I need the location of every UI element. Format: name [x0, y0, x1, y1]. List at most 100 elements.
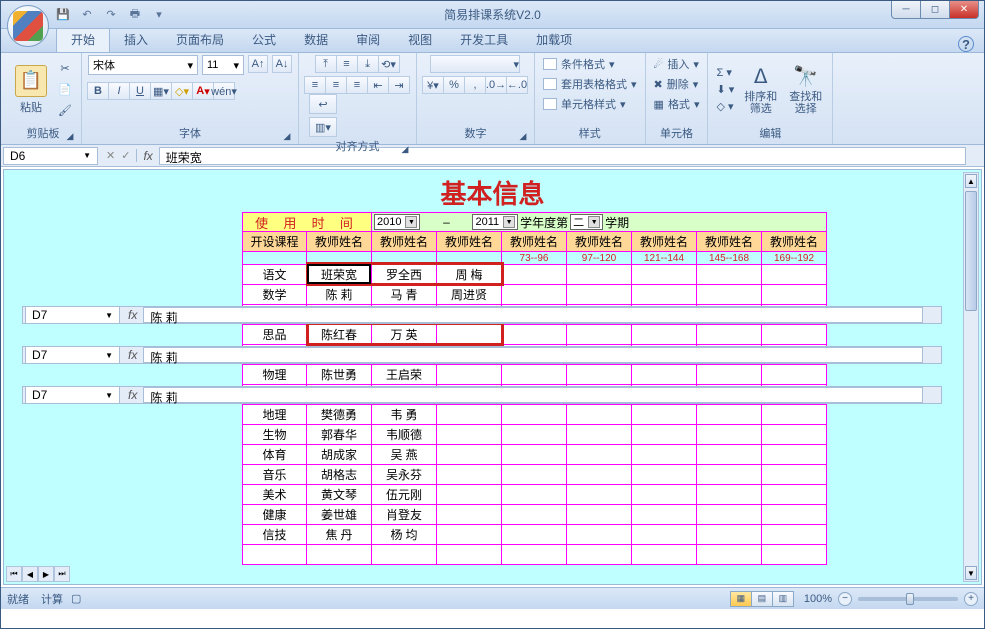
font-name-combo[interactable]: 宋体▾ — [88, 55, 198, 75]
accept-icon[interactable]: ✓ — [121, 149, 130, 162]
data-cell[interactable] — [632, 285, 697, 305]
cancel-icon[interactable]: ✕ — [106, 149, 115, 162]
data-cell[interactable] — [697, 545, 762, 565]
data-cell[interactable] — [697, 325, 762, 345]
data-cell[interactable]: 胡格志 — [307, 465, 372, 485]
data-cell[interactable]: 万 英 — [372, 325, 437, 345]
data-cell[interactable]: 罗全西 — [372, 265, 437, 285]
data-cell[interactable] — [632, 465, 697, 485]
vertical-scrollbar[interactable]: ▲ ▼ — [963, 172, 979, 582]
scroll-down-icon[interactable]: ▼ — [965, 566, 977, 580]
inc-decimal-icon[interactable]: .0→ — [485, 76, 507, 94]
tab-加载项[interactable]: 加载项 — [522, 27, 586, 52]
data-cell[interactable] — [567, 545, 632, 565]
data-cell[interactable] — [502, 545, 567, 565]
data-cell[interactable]: 樊德勇 — [307, 405, 372, 425]
data-cell[interactable] — [632, 425, 697, 445]
name-box[interactable]: D6▼ — [3, 147, 98, 165]
dec-decimal-icon[interactable]: ←.0 — [506, 76, 528, 94]
data-cell[interactable] — [567, 485, 632, 505]
data-cell[interactable] — [502, 265, 567, 285]
data-cell[interactable] — [762, 265, 827, 285]
data-cell[interactable] — [762, 425, 827, 445]
data-cell[interactable] — [437, 445, 502, 465]
view-layout-icon[interactable]: ▤ — [751, 591, 773, 607]
data-cell[interactable] — [502, 505, 567, 525]
formula-input[interactable]: 陈 莉 — [143, 347, 923, 363]
cell-styles-button[interactable]: 单元格样式 ▾ — [541, 95, 628, 113]
tab-公式[interactable]: 公式 — [238, 27, 290, 52]
data-cell[interactable] — [632, 525, 697, 545]
data-cell[interactable] — [437, 405, 502, 425]
macro-record-icon[interactable]: ▢ — [71, 592, 81, 605]
data-cell[interactable] — [632, 545, 697, 565]
data-cell[interactable]: 肖登友 — [372, 505, 437, 525]
data-cell[interactable]: 音乐 — [242, 465, 307, 485]
data-cell[interactable]: 胡成家 — [307, 445, 372, 465]
data-cell[interactable] — [567, 445, 632, 465]
border-icon[interactable]: ▦▾ — [150, 82, 172, 100]
name-box[interactable]: D7▼ — [25, 306, 120, 324]
data-cell[interactable] — [437, 545, 502, 565]
phonetic-icon[interactable]: wén▾ — [213, 82, 235, 100]
name-box[interactable]: D7▼ — [25, 346, 120, 364]
name-box[interactable]: D7▼ — [25, 386, 120, 404]
tab-开发工具[interactable]: 开发工具 — [446, 27, 522, 52]
data-cell[interactable]: 思品 — [242, 325, 307, 345]
shrink-font-icon[interactable]: A↓ — [272, 55, 292, 73]
data-cell[interactable] — [567, 505, 632, 525]
data-cell[interactable] — [697, 445, 762, 465]
formula-input[interactable]: 班荣宽 — [159, 147, 966, 165]
data-cell[interactable]: 吴永芬 — [372, 465, 437, 485]
data-cell[interactable] — [697, 405, 762, 425]
zoom-level[interactable]: 100% — [804, 593, 832, 605]
data-cell[interactable] — [632, 445, 697, 465]
copy-icon[interactable]: 📄 — [55, 81, 75, 99]
data-cell[interactable]: 韦顺德 — [372, 425, 437, 445]
data-cell[interactable] — [762, 505, 827, 525]
data-cell[interactable]: 王启荣 — [372, 365, 437, 385]
tab-数据[interactable]: 数据 — [290, 27, 342, 52]
data-cell[interactable] — [697, 465, 762, 485]
year-from-combo[interactable]: 2010▼ — [374, 214, 420, 230]
save-icon[interactable]: 💾 — [56, 8, 70, 22]
quickprint-icon[interactable]: 🖶 — [128, 8, 142, 22]
tab-开始[interactable]: 开始 — [56, 26, 110, 52]
indent-dec-icon[interactable]: ⇤ — [367, 76, 389, 94]
data-cell[interactable] — [437, 525, 502, 545]
scroll-up-icon[interactable]: ▲ — [965, 174, 977, 188]
bold-icon[interactable]: B — [87, 82, 109, 100]
data-cell[interactable] — [567, 365, 632, 385]
percent-icon[interactable]: % — [443, 76, 465, 94]
data-cell[interactable] — [502, 425, 567, 445]
data-cell[interactable]: 语文 — [242, 265, 307, 285]
data-cell[interactable]: 杨 均 — [372, 525, 437, 545]
data-cell[interactable] — [632, 405, 697, 425]
data-cell[interactable]: 郭春华 — [307, 425, 372, 445]
data-cell[interactable] — [502, 325, 567, 345]
tab-审阅[interactable]: 审阅 — [342, 27, 394, 52]
zoom-in-icon[interactable]: + — [964, 592, 978, 606]
data-cell[interactable] — [762, 545, 827, 565]
fx-icon[interactable]: fx — [122, 308, 143, 322]
tab-next-icon[interactable]: ▶ — [38, 566, 54, 582]
help-icon[interactable]: ? — [958, 36, 974, 52]
data-cell[interactable] — [502, 405, 567, 425]
data-cell[interactable] — [632, 265, 697, 285]
zoom-out-icon[interactable]: − — [838, 592, 852, 606]
data-cell[interactable] — [632, 505, 697, 525]
data-cell[interactable]: 体育 — [242, 445, 307, 465]
data-cell[interactable] — [632, 485, 697, 505]
dialog-launcher-icon[interactable]: ◢ — [282, 131, 292, 141]
data-cell[interactable] — [567, 465, 632, 485]
data-cell[interactable] — [307, 545, 372, 565]
data-cell[interactable]: 黄文琴 — [307, 485, 372, 505]
insert-cells-button[interactable]: ☄ 插入 ▾ — [652, 55, 701, 73]
tab-视图[interactable]: 视图 — [394, 27, 446, 52]
data-cell[interactable]: 姜世雄 — [307, 505, 372, 525]
data-cell[interactable] — [502, 365, 567, 385]
data-cell[interactable]: 周 梅 — [437, 265, 502, 285]
redo-icon[interactable]: ↷ — [104, 8, 118, 22]
data-cell[interactable]: 美术 — [242, 485, 307, 505]
table-format-button[interactable]: 套用表格格式 ▾ — [541, 75, 639, 93]
